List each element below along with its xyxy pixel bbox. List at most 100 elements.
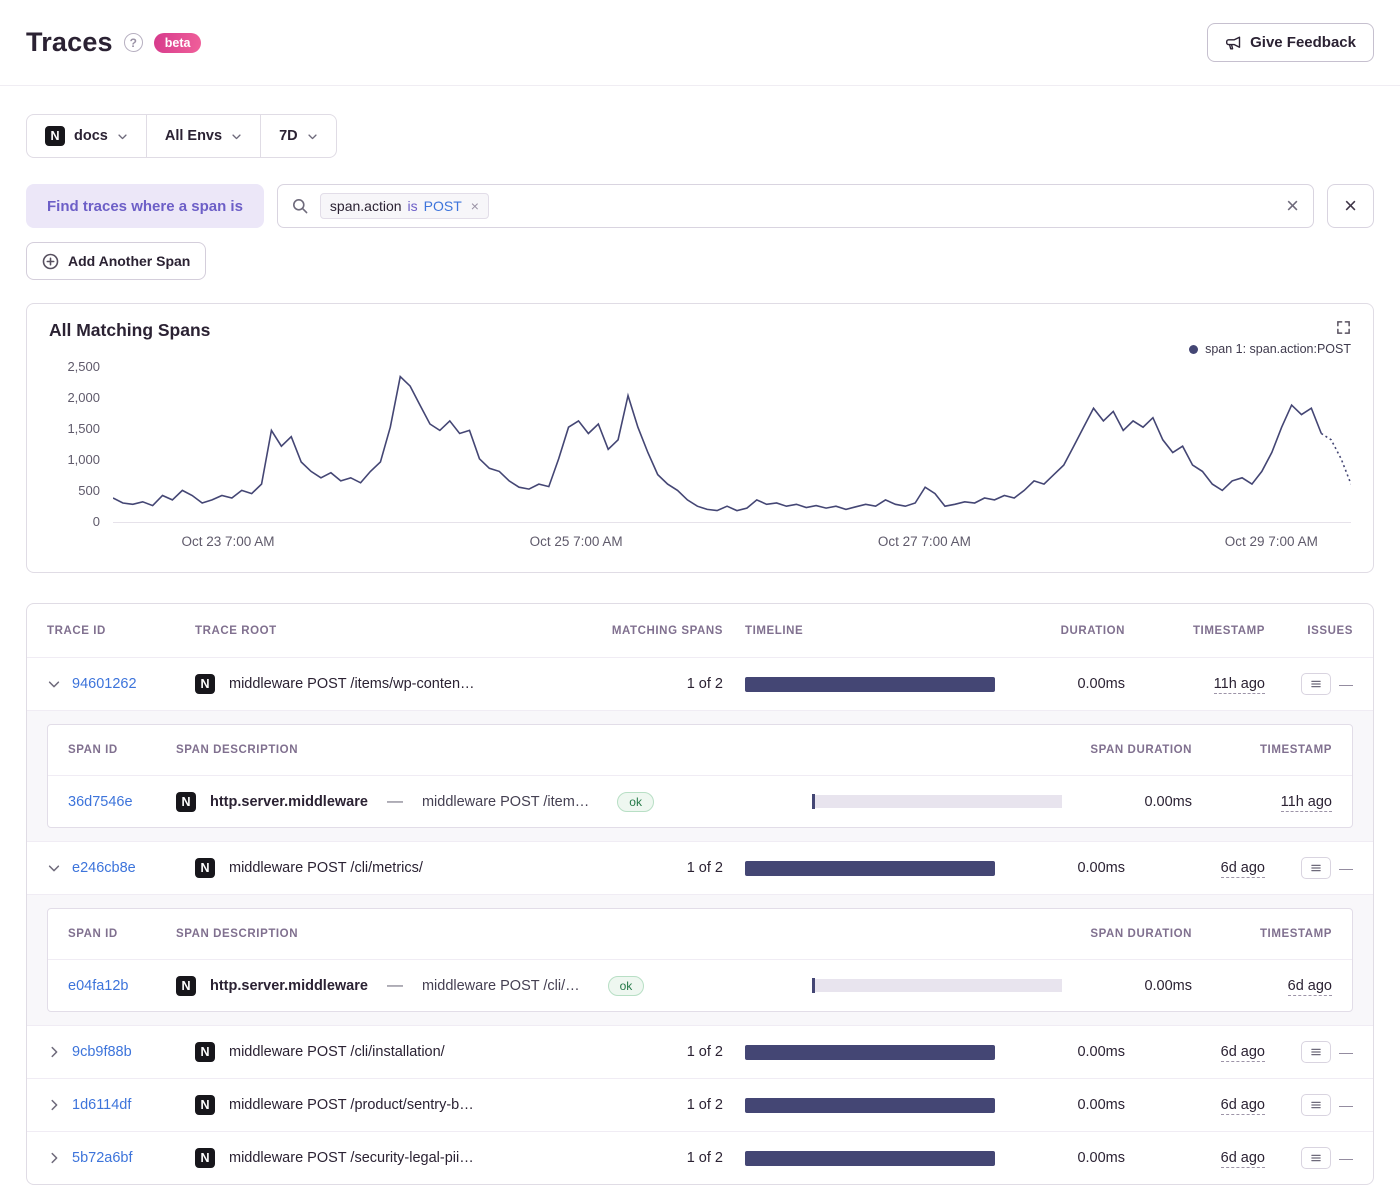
span-timeline-bar [812, 795, 1062, 808]
y-tick: 500 [49, 484, 100, 497]
expanded-spans-panel: SPAN ID SPAN DESCRIPTION SPAN DURATION T… [27, 894, 1373, 1025]
close-query-button[interactable]: × [1327, 184, 1374, 228]
add-another-span-label: Add Another Span [68, 253, 190, 269]
y-tick: 2,000 [49, 391, 100, 404]
trace-root-cell: N middleware POST /items/wp-conten… [195, 674, 595, 694]
span-id-link[interactable]: 36d7546e [68, 794, 133, 810]
timestamp-cell: 11h ago [1125, 675, 1265, 693]
table-row: 5b72a6bf N middleware POST /security-leg… [27, 1131, 1373, 1184]
remove-token-icon[interactable]: × [471, 198, 479, 214]
timeline-bar [745, 677, 995, 692]
timestamp-value: 6d ago [1221, 1097, 1265, 1115]
chevron-down-icon[interactable] [47, 677, 61, 691]
y-tick: 1,500 [49, 422, 100, 435]
timestamp-value: 6d ago [1221, 1150, 1265, 1168]
timestamp-value: 6d ago [1221, 1044, 1265, 1062]
span-timeline-cell [812, 795, 1082, 808]
fullscreen-icon[interactable] [1336, 320, 1351, 335]
status-badge: ok [617, 792, 654, 812]
trace-id-cell: e246cb8e [47, 860, 195, 876]
page-title: Traces [26, 27, 113, 58]
nextjs-platform-icon: N [45, 126, 65, 146]
matching-spans-count: 1 of 2 [595, 1044, 745, 1060]
span-description-cell: N http.server.middleware — middleware PO… [176, 792, 812, 812]
chevron-down-icon [231, 131, 242, 142]
chevron-right-icon[interactable] [47, 1098, 61, 1112]
project-filter[interactable]: N docs [27, 115, 147, 157]
timeline-bar [745, 1045, 995, 1060]
find-traces-label: Find traces where a span is [26, 184, 264, 228]
span-row: e04fa12b N http.server.middleware — midd… [48, 960, 1352, 1011]
legend-label: span 1: span.action:POST [1205, 342, 1351, 356]
trace-id-link[interactable]: 5b72a6bf [72, 1150, 132, 1166]
column-header-timestamp: TIMESTAMP [1125, 625, 1265, 637]
issues-cell: — [1265, 673, 1353, 695]
duration-value: 0.00ms [1015, 1150, 1125, 1166]
legend-dot-icon [1189, 345, 1198, 354]
trace-id-link[interactable]: 1d6114df [72, 1097, 131, 1113]
column-header-span-id: SPAN ID [68, 928, 176, 940]
trace-root-label: middleware POST /cli/installation/ [229, 1044, 445, 1060]
issues-empty-dash: — [1339, 1097, 1353, 1113]
add-another-span-button[interactable]: Add Another Span [26, 242, 206, 280]
chevron-down-icon[interactable] [47, 861, 61, 875]
trace-id-link[interactable]: 94601262 [72, 676, 137, 692]
page-header-left: Traces ? beta [26, 27, 201, 58]
timeline-cell [745, 1151, 1015, 1166]
span-id-link[interactable]: e04fa12b [68, 978, 128, 994]
issues-button[interactable] [1301, 673, 1331, 695]
chevron-right-icon[interactable] [47, 1045, 61, 1059]
chart-legend: span 1: span.action:POST [1189, 342, 1351, 356]
filter-token[interactable]: span.action is POST × [320, 193, 489, 219]
beta-badge: beta [154, 33, 202, 53]
search-icon [292, 198, 308, 214]
issues-button[interactable] [1301, 1147, 1331, 1169]
issues-empty-dash: — [1339, 1044, 1353, 1060]
column-header-trace-root: TRACE ROOT [195, 625, 595, 637]
span-duration-value: 0.00ms [1082, 978, 1192, 994]
column-header-span-timestamp: TIMESTAMP [1192, 744, 1332, 756]
timeline-cell [745, 1045, 1015, 1060]
issues-button[interactable] [1301, 857, 1331, 879]
trace-root-cell: N middleware POST /cli/installation/ [195, 1042, 595, 1062]
x-tick: Oct 25 7:00 AM [530, 534, 623, 549]
table-row: e246cb8e N middleware POST /cli/metrics/… [27, 841, 1373, 894]
chart-y-axis: 2,500 2,000 1,500 1,000 500 0 [49, 358, 113, 528]
span-description-label: middleware POST /cli/… [422, 978, 580, 994]
chevron-right-icon[interactable] [47, 1151, 61, 1165]
give-feedback-button[interactable]: Give Feedback [1207, 23, 1374, 62]
issues-cell: — [1265, 1041, 1353, 1063]
filter-bar: N docs All Envs 7D [26, 114, 337, 158]
matching-spans-count: 1 of 2 [595, 676, 745, 692]
trace-id-link[interactable]: e246cb8e [72, 860, 136, 876]
trace-table-body: 94601262 N middleware POST /items/wp-con… [27, 657, 1373, 1184]
span-description-cell: N http.server.middleware — middleware PO… [176, 976, 812, 996]
spans-sub-table-header: SPAN ID SPAN DESCRIPTION SPAN DURATION T… [48, 725, 1352, 776]
matching-spans-count: 1 of 2 [595, 860, 745, 876]
nextjs-platform-icon: N [195, 1042, 215, 1062]
issues-button[interactable] [1301, 1041, 1331, 1063]
project-filter-label: docs [74, 128, 108, 144]
chart-title: All Matching Spans [49, 320, 210, 341]
token-value: POST [424, 198, 462, 214]
trace-table: TRACE ID TRACE ROOT MATCHING SPANS TIMEL… [26, 603, 1374, 1185]
x-tick: Oct 29 7:00 AM [1225, 534, 1318, 549]
environment-filter[interactable]: All Envs [147, 115, 261, 157]
issues-button[interactable] [1301, 1094, 1331, 1116]
span-operation-label: http.server.middleware [210, 978, 368, 994]
search-input[interactable]: span.action is POST × × [277, 184, 1314, 228]
trace-root-label: middleware POST /items/wp-conten… [229, 676, 475, 692]
description-separator: — [387, 977, 403, 995]
spans-sub-table-header: SPAN ID SPAN DESCRIPTION SPAN DURATION T… [48, 909, 1352, 960]
help-icon[interactable]: ? [124, 33, 143, 52]
clear-search-icon[interactable]: × [1286, 195, 1299, 217]
line-chart [113, 358, 1351, 528]
trace-id-link[interactable]: 9cb9f88b [72, 1044, 132, 1060]
column-header-issues: ISSUES [1265, 625, 1353, 637]
column-header-span-id: SPAN ID [68, 744, 176, 756]
matching-spans-count: 1 of 2 [595, 1097, 745, 1113]
period-filter[interactable]: 7D [261, 115, 336, 157]
timestamp-cell: 6d ago [1125, 859, 1265, 877]
trace-id-cell: 1d6114df [47, 1097, 195, 1113]
chart-x-axis: Oct 23 7:00 AM Oct 25 7:00 AM Oct 27 7:0… [125, 534, 1351, 560]
